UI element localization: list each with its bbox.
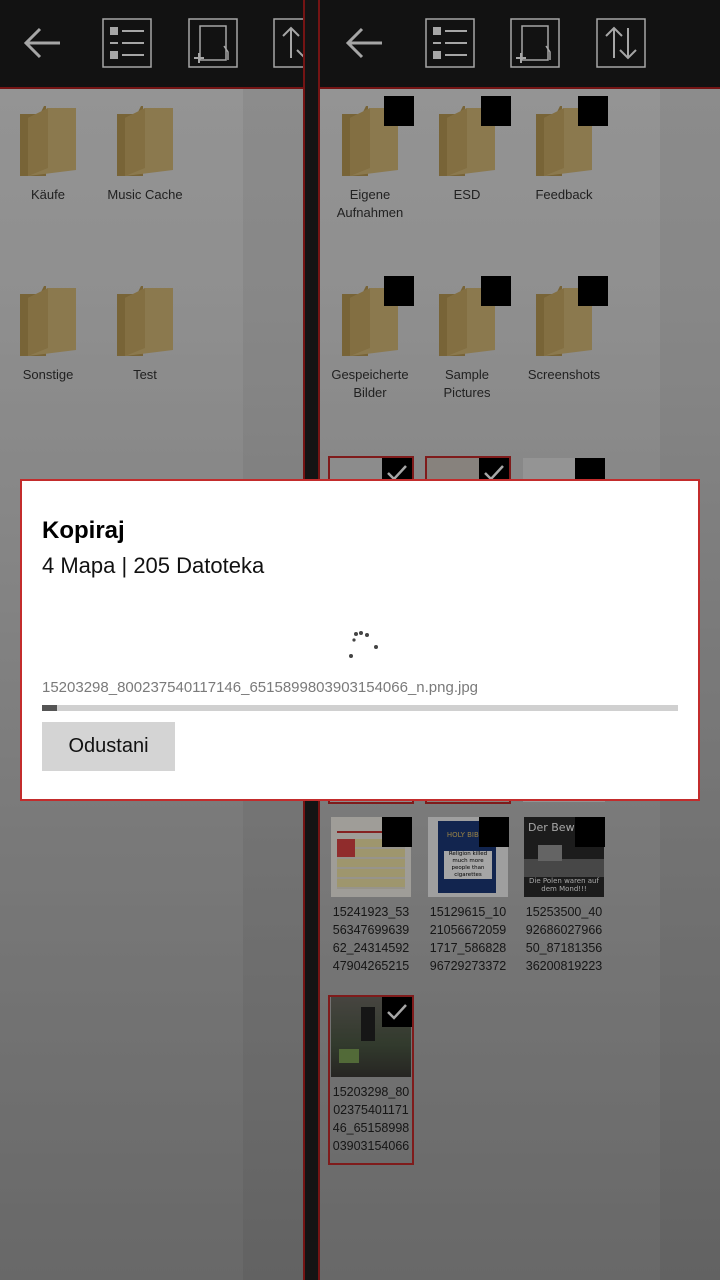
copy-dialog: Kopiraj 4 Mapa | 205 Datoteka 15203298_8… xyxy=(20,479,700,801)
cancel-button[interactable]: Odustani xyxy=(42,722,175,771)
copy-progress-bar xyxy=(42,705,678,711)
loading-spinner-icon xyxy=(349,631,378,658)
dialog-subtitle: 4 Mapa | 205 Datoteka xyxy=(42,553,265,578)
copy-progress-fill xyxy=(42,705,58,711)
dialog-title: Kopiraj xyxy=(42,517,125,544)
current-file-name: 15203298_800237540117146_651589980390315… xyxy=(42,679,479,696)
